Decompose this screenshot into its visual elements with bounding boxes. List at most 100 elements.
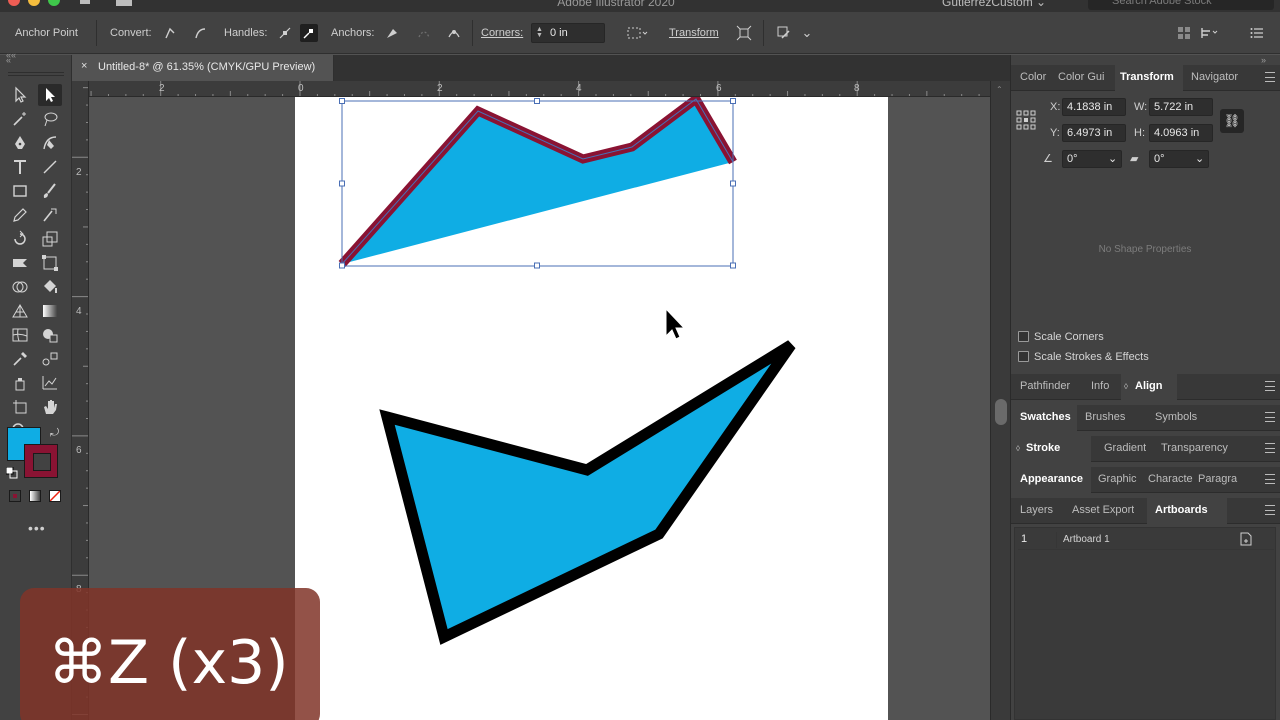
perspective-grid-tool[interactable]	[8, 300, 32, 322]
isolate-selection-icon[interactable]	[624, 24, 650, 42]
w-field[interactable]: 5.722 in	[1149, 98, 1213, 116]
tab-navigator[interactable]: Navigator	[1191, 71, 1241, 83]
column-graph-tool[interactable]	[38, 372, 62, 394]
blend-tool[interactable]	[38, 348, 62, 370]
tab-swatches[interactable]: Swatches	[1020, 411, 1071, 423]
collapse-dock-icon[interactable]: »	[1261, 55, 1266, 65]
convert-corner-icon[interactable]	[161, 24, 179, 42]
panel-menu-icon[interactable]	[1265, 412, 1275, 422]
panel-menu-icon[interactable]	[1265, 443, 1275, 453]
pen-tool[interactable]	[8, 132, 32, 154]
selection-tool[interactable]	[8, 84, 32, 106]
document-tab[interactable]: × Untitled-8* @ 61.35% (CMYK/GPU Preview…	[72, 55, 334, 81]
cut-path-icon[interactable]	[445, 24, 463, 42]
tab-artboards[interactable]: Artboards	[1155, 504, 1208, 516]
tab-symbols[interactable]: Symbols	[1155, 411, 1197, 423]
scale-tool[interactable]	[38, 228, 62, 250]
h-field[interactable]: 4.0963 in	[1149, 124, 1213, 142]
workspace-switcher[interactable]: GutierrezCustom ⌄	[942, 0, 1046, 9]
rectangle-tool[interactable]	[8, 180, 32, 202]
gradient-mode-icon[interactable]	[29, 490, 41, 502]
tab-character[interactable]: Characte	[1148, 473, 1196, 485]
panel-grip[interactable]	[8, 72, 64, 76]
panel-menu-icon[interactable]	[1265, 505, 1275, 515]
color-mode-icon[interactable]	[9, 490, 21, 502]
tab-stroke[interactable]: Stroke	[1026, 442, 1060, 454]
tab-color[interactable]: Color	[1020, 71, 1060, 83]
tab-appearance[interactable]: Appearance	[1020, 473, 1083, 485]
swap-colors-icon[interactable]: ⤾	[50, 427, 59, 440]
chevron-down-icon[interactable]: ⌄	[798, 24, 816, 42]
show-handles-icon[interactable]	[276, 24, 294, 42]
distribute-icon[interactable]	[1200, 24, 1218, 42]
scrollbar-thumb[interactable]	[995, 399, 1007, 425]
tab-layers[interactable]: Layers	[1020, 504, 1053, 516]
tab-info[interactable]: Info	[1091, 380, 1109, 392]
stock-search-input[interactable]: Search Adobe Stock	[1088, 0, 1274, 10]
remove-anchor-icon[interactable]	[383, 24, 401, 42]
shaper-tool[interactable]	[38, 204, 62, 226]
pencil-tool[interactable]	[8, 204, 32, 226]
tab-transform[interactable]: Transform	[1120, 71, 1182, 83]
curvature-tool[interactable]	[38, 132, 62, 154]
eyedropper-tool[interactable]	[8, 348, 32, 370]
tab-transparency[interactable]: Transparency	[1161, 442, 1228, 454]
constrain-proportions-icon[interactable]: ⛓	[1220, 109, 1244, 133]
mesh-tool[interactable]	[8, 324, 32, 346]
tab-graphic-styles[interactable]: Graphic	[1098, 473, 1146, 485]
convert-smooth-icon[interactable]	[191, 24, 209, 42]
scroll-up-icon[interactable]: ⌃	[996, 85, 1003, 94]
tab-color-guide[interactable]: Color Gui	[1058, 71, 1110, 83]
rotate-tool[interactable]	[8, 228, 32, 250]
scale-corners-checkbox[interactable]	[1018, 331, 1029, 342]
paintbrush-tool[interactable]	[38, 180, 62, 202]
magic-wand-tool[interactable]	[8, 108, 32, 130]
corners-label[interactable]: Corners:	[481, 27, 523, 39]
transform-link[interactable]: Transform	[669, 27, 719, 39]
panel-menu-icon[interactable]	[1265, 381, 1275, 391]
type-tool[interactable]	[8, 156, 32, 178]
grid-layout-icon[interactable]	[1175, 24, 1193, 42]
tab-gradient[interactable]: Gradient	[1104, 442, 1146, 454]
corners-input[interactable]: ▲ ▼ 0 in	[531, 23, 605, 43]
line-segment-tool[interactable]	[38, 156, 62, 178]
arrange-icon[interactable]	[775, 24, 793, 42]
hide-handles-icon[interactable]	[300, 24, 318, 42]
shape-fill-icon[interactable]	[38, 324, 62, 346]
y-field[interactable]: 6.4973 in	[1062, 124, 1126, 142]
align-selection-icon[interactable]	[735, 24, 753, 42]
reference-point-icon[interactable]	[1016, 110, 1036, 130]
list-menu-icon[interactable]	[1248, 24, 1266, 42]
chevron-down-icon[interactable]: ⌄	[1108, 151, 1117, 169]
tab-align[interactable]: Align	[1135, 380, 1163, 392]
artboard-tool[interactable]	[8, 396, 32, 418]
artboard-row[interactable]: 1 Artboard 1	[1018, 530, 1274, 550]
hand-tool[interactable]	[38, 396, 62, 418]
gradient-tool[interactable]	[38, 300, 62, 322]
horizontal-ruler[interactable]: 2 0 2 4 6 8	[89, 81, 990, 97]
default-colors-icon[interactable]	[5, 466, 18, 479]
width-tool[interactable]	[8, 252, 32, 274]
selected-shape-fill[interactable]	[342, 99, 733, 264]
lasso-tool[interactable]	[38, 108, 62, 130]
collapse-toolbar-icon[interactable]: ««	[6, 50, 16, 60]
edit-toolbar-icon[interactable]: •••	[28, 520, 46, 536]
tab-asset-export[interactable]: Asset Export	[1072, 504, 1134, 516]
close-tab-icon[interactable]: ×	[81, 60, 87, 72]
symbol-sprayer-tool[interactable]	[8, 372, 32, 394]
stroke-color-swatch[interactable]	[24, 444, 58, 478]
panel-menu-icon[interactable]	[1265, 72, 1275, 82]
tab-brushes[interactable]: Brushes	[1085, 411, 1125, 423]
vertical-scrollbar[interactable]: ⌃	[990, 81, 1010, 720]
live-paint-bucket-tool[interactable]	[38, 276, 62, 298]
free-transform-tool[interactable]	[38, 252, 62, 274]
none-mode-icon[interactable]	[49, 490, 61, 502]
artboard-options-icon[interactable]	[1240, 532, 1252, 549]
tab-paragraph[interactable]: Paragra	[1198, 473, 1246, 485]
shape-builder-tool[interactable]	[8, 276, 32, 298]
chevron-down-icon[interactable]: ⌄	[1195, 151, 1204, 169]
tab-pathfinder[interactable]: Pathfinder	[1020, 380, 1070, 392]
scale-strokes-checkbox[interactable]	[1018, 351, 1029, 362]
direct-selection-tool[interactable]	[38, 84, 62, 106]
connect-anchor-icon[interactable]	[415, 24, 433, 42]
